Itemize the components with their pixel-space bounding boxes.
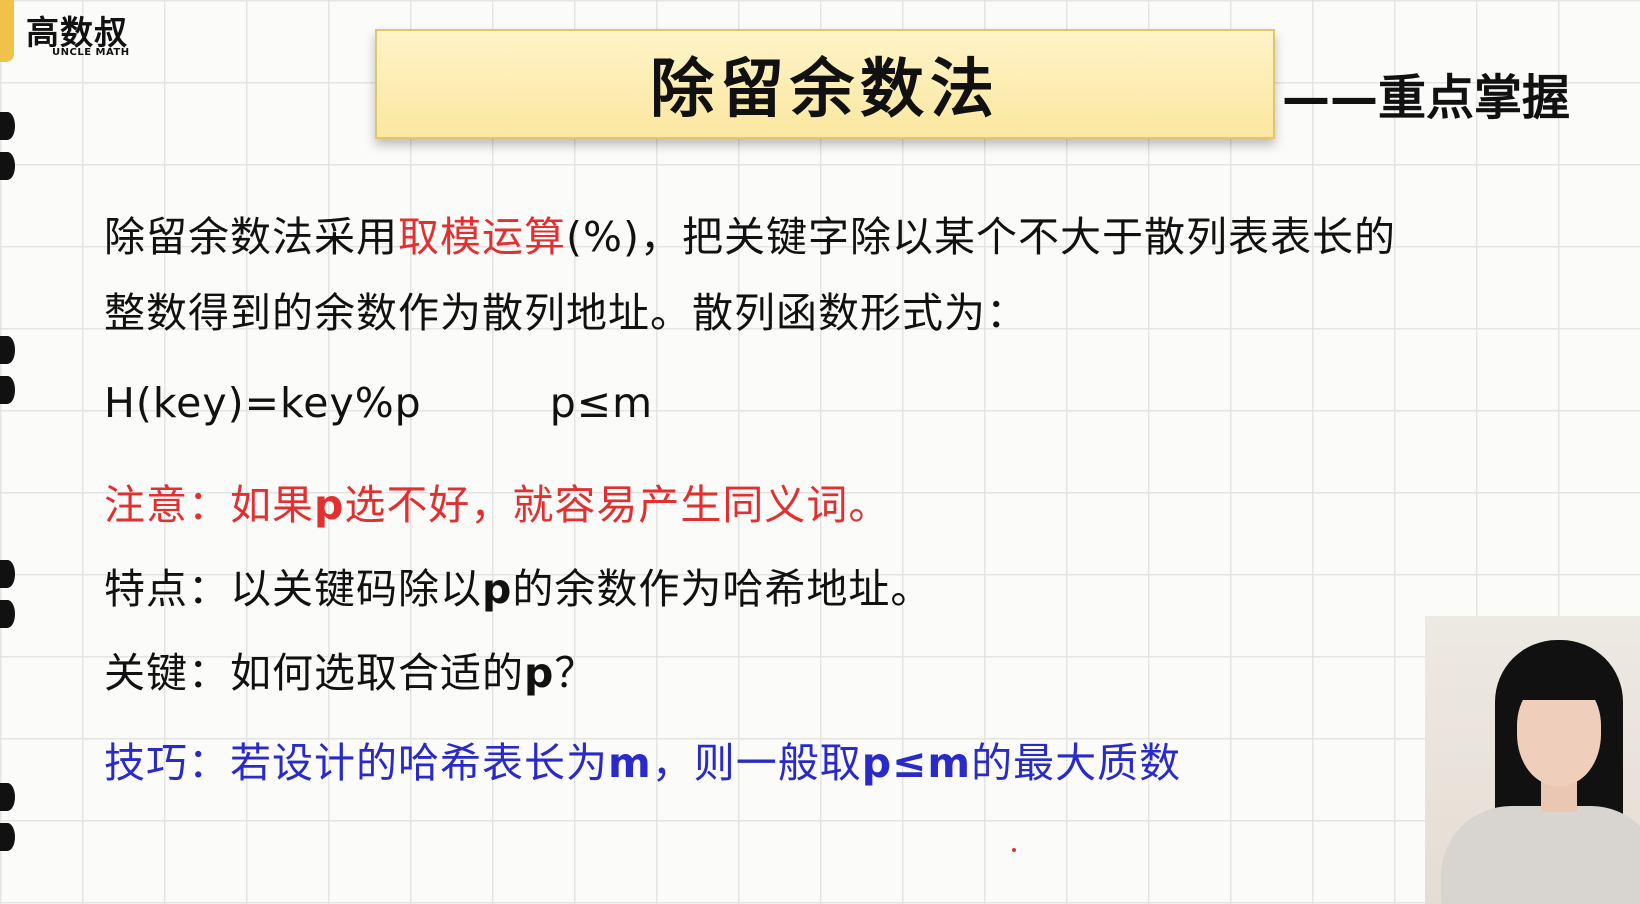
tip-text: 的最大质数 [971,739,1182,787]
tip-var: m [608,739,652,787]
tip-label: 技巧： [104,739,230,787]
highlight-modulo: 取模运算 [398,213,566,261]
binding-ring [0,600,15,628]
paragraph-text: 除留余数法采用 [104,213,398,261]
presenter-bangs [1511,658,1607,700]
page-subtitle: ——重点掌握 [1282,70,1571,126]
tip-text: 若设计的哈希表长为 [230,739,608,787]
feature-text: 的余数作为哈希地址。 [512,565,933,613]
tip-text: ，则一般取 [651,739,862,787]
title-banner: 除留余数法 [375,29,1275,139]
feature-text: 以关键码除以 [230,565,482,613]
stray-dot [1012,848,1016,852]
key-text: ？ [554,649,597,697]
key-text: 如何选取合适的 [230,649,524,697]
note-text: 如果 [230,481,314,529]
formula-line: H(key)=key%p p≤m [104,378,653,428]
note-line: 注意：如果p选不好，就容易产生同义词。 [104,480,890,530]
feature-line: 特点：以关键码除以p的余数作为哈希地址。 [104,564,932,614]
binding-ring [0,336,15,364]
key-line: 关键：如何选取合适的p？ [104,648,596,698]
presenter-shirt [1441,806,1640,904]
binding-ring [0,823,15,851]
notebook-binding [0,0,20,904]
binding-ring [0,560,15,588]
formula-hash: H(key)=key%p [104,379,422,427]
presenter-webcam [1425,616,1640,904]
paragraph-line-2: 整数得到的余数作为散列地址。散列函数形式为： [104,289,1028,337]
key-var: p [524,649,555,697]
note-var: p [314,481,345,529]
logo-subtext: UNCLE MATH [52,47,130,58]
page-title: 除留余数法 [650,53,1000,127]
binding-ring [0,783,15,811]
tip-var: p≤m [861,739,972,787]
tip-line: 技巧：若设计的哈希表长为m，则一般取p≤m的最大质数 [104,738,1181,788]
binding-ring [0,376,15,404]
key-label: 关键： [104,649,230,697]
feature-label: 特点： [104,565,230,613]
paragraph-line-1: 除留余数法采用取模运算(%)，把关键字除以某个不大于散列表表长的 [104,212,1396,262]
feature-var: p [482,565,513,613]
logo: 高数叔 UNCLE MATH [26,6,156,60]
paragraph-text: (%)，把关键字除以某个不大于散列表表长的 [566,213,1396,261]
binding-ring [0,152,15,180]
formula-condition: p≤m [549,379,654,427]
note-label: 注意： [104,481,230,529]
binding-ring [0,112,15,140]
note-text: 选不好，就容易产生同义词。 [344,481,891,529]
